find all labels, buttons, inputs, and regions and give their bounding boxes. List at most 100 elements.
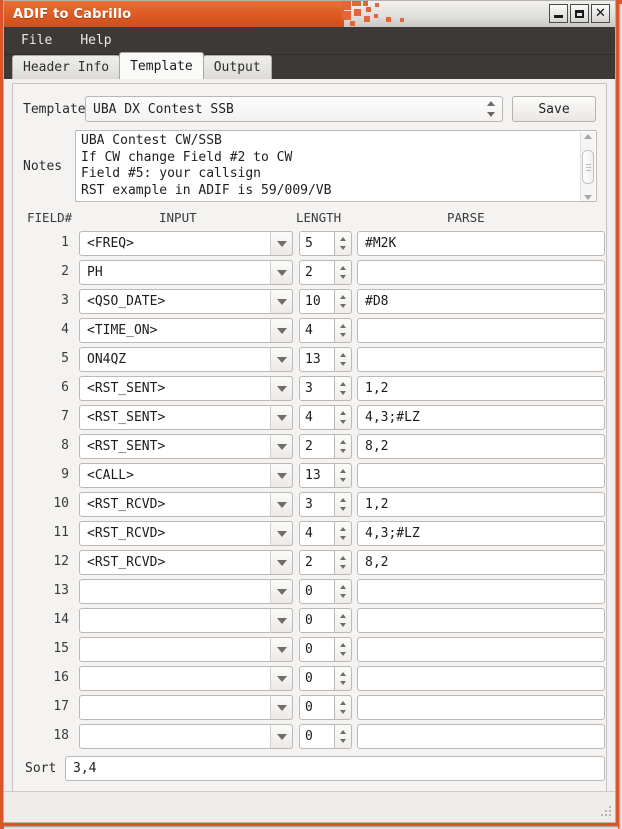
stepper-up-icon[interactable] xyxy=(340,236,346,241)
stepper-down-icon[interactable] xyxy=(340,623,346,628)
field-length-stepper[interactable] xyxy=(335,579,352,604)
stepper-down-icon[interactable] xyxy=(340,391,346,396)
sort-input[interactable]: 3,4 xyxy=(65,756,605,781)
stepper-up-icon[interactable] xyxy=(340,352,346,357)
field-input-value[interactable]: ON4QZ xyxy=(79,347,293,372)
maximize-button[interactable] xyxy=(570,4,589,23)
field-length-stepper[interactable] xyxy=(335,695,352,720)
scroll-up-icon[interactable] xyxy=(584,134,592,139)
field-length-value[interactable]: 3 xyxy=(299,492,335,517)
field-input-dropdown-button[interactable] xyxy=(270,550,293,575)
field-input-value[interactable] xyxy=(79,579,293,604)
field-length-stepper[interactable] xyxy=(335,376,352,401)
field-input-dropdown-button[interactable] xyxy=(270,318,293,343)
field-length-value[interactable]: 0 xyxy=(299,695,335,720)
field-input-dropdown-button[interactable] xyxy=(270,521,293,546)
field-length-stepper[interactable] xyxy=(335,666,352,691)
field-length-value[interactable]: 5 xyxy=(299,231,335,256)
field-length-value[interactable]: 4 xyxy=(299,405,335,430)
field-parse-value[interactable] xyxy=(357,463,605,488)
field-length-stepper[interactable] xyxy=(335,608,352,633)
save-button[interactable]: Save xyxy=(512,96,596,122)
field-length-stepper[interactable] xyxy=(335,637,352,662)
field-input-value[interactable]: <FREQ> xyxy=(79,231,293,256)
field-length-stepper[interactable] xyxy=(335,289,352,314)
stepper-down-icon[interactable] xyxy=(340,565,346,570)
field-length-stepper[interactable] xyxy=(335,318,352,343)
menu-item-file[interactable]: File xyxy=(18,31,55,50)
stepper-down-icon[interactable] xyxy=(340,304,346,309)
field-length-value[interactable]: 4 xyxy=(299,318,335,343)
stepper-down-icon[interactable] xyxy=(340,507,346,512)
field-parse-value[interactable]: #D8 xyxy=(357,289,605,314)
field-input-value[interactable]: <RST_SENT> xyxy=(79,376,293,401)
field-length-value[interactable]: 3 xyxy=(299,376,335,401)
notes-scrollbar[interactable] xyxy=(580,132,595,201)
field-input-value[interactable]: <RST_SENT> xyxy=(79,434,293,459)
stepper-up-icon[interactable] xyxy=(340,642,346,647)
field-length-stepper[interactable] xyxy=(335,434,352,459)
field-parse-value[interactable] xyxy=(357,579,605,604)
field-parse-value[interactable]: #M2K xyxy=(357,231,605,256)
field-parse-value[interactable] xyxy=(357,347,605,372)
field-input-dropdown-button[interactable] xyxy=(270,492,293,517)
stepper-up-icon[interactable] xyxy=(340,439,346,444)
stepper-up-icon[interactable] xyxy=(340,671,346,676)
field-parse-value[interactable]: 8,2 xyxy=(357,550,605,575)
field-length-stepper[interactable] xyxy=(335,463,352,488)
field-length-value[interactable]: 4 xyxy=(299,521,335,546)
field-length-value[interactable]: 0 xyxy=(299,579,335,604)
field-input-value[interactable]: <RST_RCVD> xyxy=(79,550,293,575)
field-length-stepper[interactable] xyxy=(335,260,352,285)
stepper-down-icon[interactable] xyxy=(340,739,346,744)
field-length-stepper[interactable] xyxy=(335,492,352,517)
stepper-up-icon[interactable] xyxy=(340,729,346,734)
stepper-up-icon[interactable] xyxy=(340,613,346,618)
field-input-dropdown-button[interactable] xyxy=(270,434,293,459)
stepper-down-icon[interactable] xyxy=(340,449,346,454)
stepper-down-icon[interactable] xyxy=(340,246,346,251)
scrollbar-thumb[interactable] xyxy=(582,150,594,184)
field-input-dropdown-button[interactable] xyxy=(270,579,293,604)
field-length-stepper[interactable] xyxy=(335,231,352,256)
field-parse-value[interactable]: 4,3;#LZ xyxy=(357,405,605,430)
minimize-button[interactable] xyxy=(549,4,568,23)
field-input-value[interactable] xyxy=(79,724,293,749)
field-length-value[interactable]: 2 xyxy=(299,260,335,285)
field-parse-value[interactable] xyxy=(357,260,605,285)
field-input-value[interactable] xyxy=(79,666,293,691)
field-parse-value[interactable] xyxy=(357,608,605,633)
tab-output[interactable]: Output xyxy=(202,55,272,79)
stepper-up-icon[interactable] xyxy=(340,497,346,502)
field-parse-value[interactable]: 1,2 xyxy=(357,376,605,401)
menu-item-help[interactable]: Help xyxy=(77,31,114,50)
field-parse-value[interactable]: 1,2 xyxy=(357,492,605,517)
stepper-up-icon[interactable] xyxy=(340,584,346,589)
field-length-value[interactable]: 0 xyxy=(299,608,335,633)
field-length-value[interactable]: 13 xyxy=(299,347,335,372)
field-input-dropdown-button[interactable] xyxy=(270,260,293,285)
field-parse-value[interactable]: 8,2 xyxy=(357,434,605,459)
field-length-stepper[interactable] xyxy=(335,521,352,546)
field-length-value[interactable]: 0 xyxy=(299,666,335,691)
stepper-down-icon[interactable] xyxy=(340,275,346,280)
field-parse-value[interactable] xyxy=(357,666,605,691)
field-length-value[interactable]: 2 xyxy=(299,550,335,575)
resize-grip[interactable] xyxy=(599,806,612,819)
field-input-dropdown-button[interactable] xyxy=(270,666,293,691)
field-length-stepper[interactable] xyxy=(335,347,352,372)
field-input-value[interactable]: <RST_RCVD> xyxy=(79,492,293,517)
field-input-value[interactable]: <RST_SENT> xyxy=(79,405,293,430)
field-parse-value[interactable] xyxy=(357,318,605,343)
field-parse-value[interactable] xyxy=(357,637,605,662)
stepper-up-icon[interactable] xyxy=(340,555,346,560)
field-input-dropdown-button[interactable] xyxy=(270,231,293,256)
stepper-down-icon[interactable] xyxy=(340,333,346,338)
field-input-value[interactable]: <TIME_ON> xyxy=(79,318,293,343)
field-input-value[interactable]: PH xyxy=(79,260,293,285)
stepper-up-icon[interactable] xyxy=(340,265,346,270)
stepper-up-icon[interactable] xyxy=(340,526,346,531)
field-length-value[interactable]: 13 xyxy=(299,463,335,488)
field-input-dropdown-button[interactable] xyxy=(270,463,293,488)
stepper-down-icon[interactable] xyxy=(340,710,346,715)
